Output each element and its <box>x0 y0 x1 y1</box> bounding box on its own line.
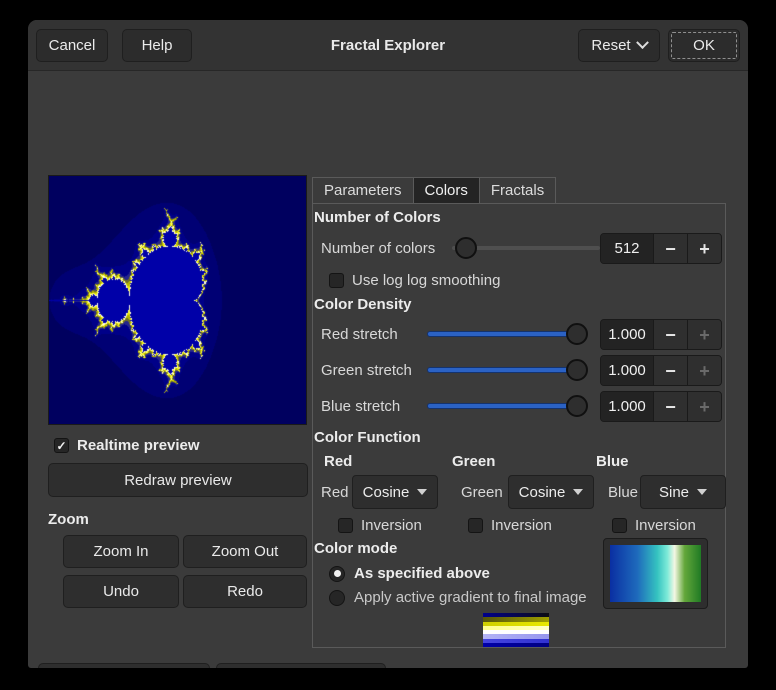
color-function-heading: Color Function <box>314 429 421 446</box>
zoom-out-button[interactable]: Zoom Out <box>183 535 307 568</box>
apply-gradient-radio-row[interactable]: Apply active gradient to final image <box>329 589 587 606</box>
minus-icon[interactable]: − <box>653 234 687 263</box>
green-inversion-label: Inversion <box>491 517 552 534</box>
slider-track[interactable] <box>428 404 586 408</box>
checkbox-unchecked-icon[interactable] <box>468 518 483 533</box>
notebook-tab-bar: Parameters Colors Fractals <box>312 177 726 204</box>
slider-handle[interactable] <box>566 359 588 381</box>
redraw-preview-button[interactable]: Redraw preview <box>48 463 308 497</box>
blue-stretch-value[interactable]: 1.000 <box>601 392 653 421</box>
green-stretch-value[interactable]: 1.000 <box>601 356 653 385</box>
log-smoothing-checkbox-row[interactable]: Use log log smoothing <box>329 272 500 289</box>
plus-icon: + <box>687 392 721 421</box>
gradient-preview <box>610 545 701 602</box>
color-mode-heading: Color mode <box>314 540 397 557</box>
radio-unselected-icon[interactable] <box>329 590 345 606</box>
checkbox-unchecked-icon[interactable] <box>329 273 344 288</box>
tab-colors[interactable]: Colors <box>414 177 480 203</box>
load-saved-settings-button: Load Saved Settings <box>38 663 210 668</box>
apply-gradient-label: Apply active gradient to final image <box>354 589 587 606</box>
red-stretch-value[interactable]: 1.000 <box>601 320 653 349</box>
checkbox-checked-icon[interactable]: ✓ <box>54 438 69 453</box>
screen-background: Cancel Help Fractal Explorer Reset OK ✓ … <box>0 0 776 690</box>
red-inversion-label: Inversion <box>361 517 422 534</box>
green-channel-label: Green <box>461 484 503 501</box>
undo-button[interactable]: Undo <box>63 575 179 608</box>
minus-icon[interactable]: − <box>653 320 687 349</box>
reset-button-label: Reset <box>591 37 630 54</box>
red-stretch-spinbox: 1.000 − + <box>600 319 722 350</box>
number-of-colors-heading: Number of Colors <box>314 209 441 226</box>
save-settings-button[interactable]: Save Settings <box>216 663 386 668</box>
number-of-colors-label: Number of colors <box>321 240 435 257</box>
dialog-content: ✓ Realtime preview Redraw preview Zoom Z… <box>28 71 748 667</box>
plus-icon: + <box>687 356 721 385</box>
slider-handle[interactable] <box>455 237 477 259</box>
blue-channel-label: Blue <box>608 484 638 501</box>
blue-function-value: Sine <box>659 484 689 501</box>
red-function-dropdown[interactable]: Cosine <box>352 475 438 509</box>
tab-fractals[interactable]: Fractals <box>480 177 556 203</box>
log-smoothing-label: Use log log smoothing <box>352 272 500 289</box>
dropdown-arrow-icon <box>417 489 427 495</box>
fractal-preview-frame <box>48 175 307 425</box>
fractal-preview-canvas[interactable] <box>49 176 306 424</box>
reset-dropdown-button[interactable]: Reset <box>578 29 660 62</box>
dropdown-arrow-icon <box>573 489 583 495</box>
red-inversion-checkbox-row[interactable]: Inversion <box>338 517 422 534</box>
radio-selected-icon[interactable] <box>329 566 345 582</box>
minus-icon[interactable]: − <box>653 356 687 385</box>
as-specified-radio-row[interactable]: As specified above <box>329 565 490 582</box>
zoom-in-button[interactable]: Zoom In <box>63 535 179 568</box>
radio-dot <box>334 570 341 577</box>
dialog-titlebar: Cancel Help Fractal Explorer Reset OK <box>28 20 748 71</box>
fractal-explorer-dialog: Cancel Help Fractal Explorer Reset OK ✓ … <box>28 20 748 668</box>
active-gradient-button[interactable] <box>603 538 708 609</box>
number-of-colors-value[interactable]: 512 <box>601 234 653 263</box>
realtime-preview-checkbox-row[interactable]: ✓ Realtime preview <box>54 437 200 454</box>
red-function-value: Cosine <box>363 484 410 501</box>
slider-handle[interactable] <box>566 395 588 417</box>
green-stretch-slider[interactable] <box>428 359 586 381</box>
plus-icon: + <box>687 320 721 349</box>
ok-button[interactable]: OK <box>668 29 740 62</box>
number-of-colors-slider[interactable] <box>452 237 600 259</box>
slider-track[interactable] <box>428 332 586 336</box>
green-group-heading: Green <box>452 453 495 470</box>
blue-stretch-slider[interactable] <box>428 395 586 417</box>
green-function-value: Cosine <box>519 484 566 501</box>
colormap-preview <box>483 613 549 647</box>
blue-inversion-label: Inversion <box>635 517 696 534</box>
as-specified-label: As specified above <box>354 565 490 582</box>
red-group-heading: Red <box>324 453 352 470</box>
blue-stretch-spinbox: 1.000 − + <box>600 391 722 422</box>
dropdown-arrow-icon <box>697 489 707 495</box>
settings-notebook: Parameters Colors Fractals Number of Col… <box>312 177 726 648</box>
redo-button[interactable]: Redo <box>183 575 307 608</box>
slider-track[interactable] <box>428 368 586 372</box>
red-stretch-slider[interactable] <box>428 323 586 345</box>
green-stretch-spinbox: 1.000 − + <box>600 355 722 386</box>
checkbox-unchecked-icon[interactable] <box>612 518 627 533</box>
blue-inversion-checkbox-row[interactable]: Inversion <box>612 517 696 534</box>
realtime-preview-label: Realtime preview <box>77 437 200 454</box>
slider-handle[interactable] <box>566 323 588 345</box>
tab-parameters[interactable]: Parameters <box>312 177 414 203</box>
red-stretch-label: Red stretch <box>321 326 398 343</box>
chevron-down-icon <box>636 36 649 49</box>
green-stretch-label: Green stretch <box>321 362 412 379</box>
checkbox-unchecked-icon[interactable] <box>338 518 353 533</box>
green-function-dropdown[interactable]: Cosine <box>508 475 594 509</box>
plus-icon[interactable]: + <box>687 234 721 263</box>
blue-group-heading: Blue <box>596 453 629 470</box>
color-density-heading: Color Density <box>314 296 412 313</box>
zoom-section-heading: Zoom <box>48 511 89 528</box>
blue-function-dropdown[interactable]: Sine <box>640 475 726 509</box>
red-channel-label: Red <box>321 484 349 501</box>
number-of-colors-spinbox: 512 − + <box>600 233 722 264</box>
blue-stretch-label: Blue stretch <box>321 398 400 415</box>
colormap-stripe-row <box>483 643 549 647</box>
minus-icon[interactable]: − <box>653 392 687 421</box>
green-inversion-checkbox-row[interactable]: Inversion <box>468 517 552 534</box>
